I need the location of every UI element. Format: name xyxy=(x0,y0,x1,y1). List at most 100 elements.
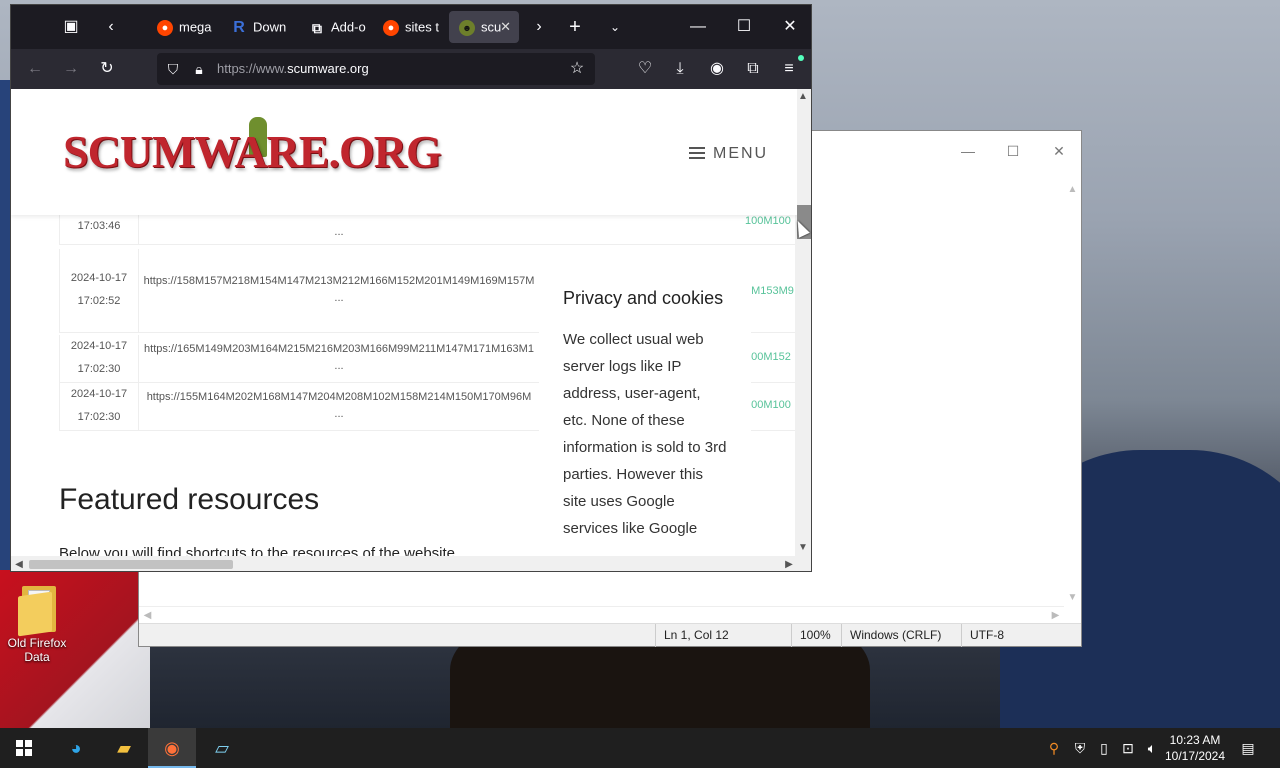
update-dot xyxy=(798,55,804,61)
time-text: 17:02:52 xyxy=(77,295,121,307)
menu-label: MENU xyxy=(713,145,769,162)
section-heading: Featured resources xyxy=(59,483,320,516)
privacy-title: Privacy and cookies xyxy=(563,288,724,308)
file-explorer-icon[interactable]: ▰ xyxy=(100,728,148,768)
scroll-tabs-right-icon[interactable]: › xyxy=(527,12,551,42)
forward-icon[interactable]: → xyxy=(59,57,83,81)
r-icon: R xyxy=(233,18,245,36)
tab[interactable]: R Down xyxy=(221,11,291,43)
scroll-tabs-left-icon[interactable]: ‹ xyxy=(99,12,123,42)
search-icon[interactable]: ⚲ xyxy=(1044,738,1064,758)
scroll-left-icon[interactable]: ◀ xyxy=(11,556,27,571)
tab-active[interactable]: ☻ scu ✕ xyxy=(449,11,519,43)
scroll-up-icon[interactable]: ▲ xyxy=(795,89,811,105)
tab[interactable]: ● sites t xyxy=(373,11,443,43)
menu-button[interactable]: MENU xyxy=(689,145,768,165)
url-text[interactable]: https://www.scumware.org xyxy=(217,53,369,85)
green-value[interactable]: 100M100 xyxy=(745,215,797,227)
pocket-icon[interactable]: ♡ xyxy=(633,57,657,81)
url-text: https://155M164M202M168M147M204M208M102M… xyxy=(146,391,532,403)
scroll-down-icon[interactable]: ▼ xyxy=(1064,589,1081,606)
reddit-icon: ● xyxy=(157,19,173,36)
web-page: SCUMWARE.ORG MENU 17:03:46 ... 100M100 2… xyxy=(11,89,797,556)
url-text: https://158M157M218M154M147M213M212M166M… xyxy=(143,275,535,287)
date-text: 2024-10-17 xyxy=(70,388,128,400)
minimize-button[interactable]: — xyxy=(675,12,721,42)
firefox-icon[interactable]: ◉ xyxy=(148,728,196,768)
volume-muted-icon[interactable]: 🔈︎ xyxy=(1142,738,1162,758)
vertical-scrollbar[interactable]: ▲ ▼ xyxy=(795,89,811,556)
url-cell[interactable]: https://155M164M202M168M147M204M208M102M… xyxy=(139,387,539,421)
notifications-icon[interactable]: ▤ xyxy=(1238,738,1258,758)
close-button[interactable]: ✕ xyxy=(767,12,811,42)
firefox-window: ▣ ‹ ● mega R Down ⧉ Add-o ● sites t ☻ scu ✕ ›… xyxy=(10,4,812,572)
green-value[interactable]: 100M152 xyxy=(745,351,797,363)
site-logo[interactable]: SCUMWARE.ORG xyxy=(63,125,442,178)
url-cell[interactable]: https://158M157M218M154M147M213M212M166M… xyxy=(139,271,539,305)
scroll-up-icon[interactable]: ▲ xyxy=(1064,181,1081,198)
privacy-body: We collect usual web server logs like IP… xyxy=(563,331,727,537)
close-button[interactable]: ✕ xyxy=(1036,136,1082,166)
account-icon[interactable]: ◉ xyxy=(705,57,729,81)
tab[interactable]: ⧉ Add-o xyxy=(299,11,371,43)
scroll-right-icon[interactable]: ▶ xyxy=(781,556,797,571)
address-bar[interactable]: ⛉ 🔒︎ https://www.scumware.org ☆ xyxy=(157,53,595,85)
start-button[interactable] xyxy=(0,728,48,768)
time-text: 17:03:46 xyxy=(77,220,121,232)
tab[interactable]: ● mega xyxy=(147,11,213,43)
puzzle-icon: ⧉ xyxy=(312,19,322,36)
table-row[interactable]: 17:03:46 ... 100M100 xyxy=(59,215,797,245)
scrollbar-thumb[interactable] xyxy=(29,560,233,569)
windows-logo-icon xyxy=(16,740,32,756)
tab-bar: ▣ ‹ ● mega R Down ⧉ Add-o ● sites t ☻ scu ✕ ›… xyxy=(11,5,811,49)
date-text: 2024-10-17 xyxy=(70,272,128,284)
taskbar: ◕ ▰ ◉ ▱ ⚲ ⛨ ▯ ⊡ 🔈︎ 10:23 AM 10/17/2024 ▤ xyxy=(0,728,1280,768)
clock-time: 10:23 AM xyxy=(1169,733,1221,747)
notepad-icon[interactable]: ▱ xyxy=(198,728,246,768)
encoding: UTF-8 xyxy=(961,624,1081,647)
green-value[interactable]: 100M100 xyxy=(745,399,797,411)
back-icon[interactable]: ← xyxy=(23,57,47,81)
navigation-toolbar: ← → ↻ ⛉ 🔒︎ https://www.scumware.org ☆ ♡ … xyxy=(11,49,811,89)
vertical-scrollbar[interactable]: ▲ ▼ xyxy=(1064,181,1081,606)
edge-icon[interactable]: ◕ xyxy=(52,728,100,768)
new-tab-icon[interactable]: + xyxy=(561,12,589,42)
battery-icon[interactable]: ▯ xyxy=(1094,738,1114,758)
desktop-icon-old-firefox-data[interactable]: Old Firefox Data xyxy=(4,584,70,664)
scroll-down-icon[interactable]: ▼ xyxy=(795,540,811,556)
zoom-level: 100% xyxy=(791,624,841,647)
close-tab-icon[interactable]: ✕ xyxy=(500,11,511,43)
green-value[interactable]: 3M153M9 xyxy=(745,285,797,297)
wallpaper-detail xyxy=(0,80,10,580)
url-prefix: https://www. xyxy=(217,61,288,76)
horizontal-scrollbar[interactable]: ◀ ▶ xyxy=(11,556,811,571)
time-text: 17:02:30 xyxy=(77,411,121,423)
ellipsis-text: ... xyxy=(334,226,344,238)
downloads-icon[interactable]: ⤓ xyxy=(668,57,692,81)
scroll-left-icon[interactable]: ◀ xyxy=(139,607,156,624)
scroll-right-icon[interactable]: ▶ xyxy=(1047,607,1064,624)
minimize-button[interactable]: — xyxy=(945,136,991,166)
scumware-icon: ☻ xyxy=(459,19,475,36)
reddit-icon: ● xyxy=(383,19,399,36)
horizontal-scrollbar[interactable]: ◀ ▶ xyxy=(139,606,1064,623)
bookmark-star-icon[interactable]: ☆ xyxy=(565,57,589,81)
firefox-view-icon[interactable]: ▣ xyxy=(57,12,85,42)
extensions-icon[interactable]: ⧉ xyxy=(741,57,765,81)
tab-title: scu xyxy=(481,19,502,35)
lock-icon[interactable]: 🔒︎ xyxy=(187,57,211,81)
url-cell[interactable]: ... xyxy=(139,225,539,239)
maximize-button[interactable]: ☐ xyxy=(990,136,1036,166)
clock[interactable]: 10:23 AM 10/17/2024 xyxy=(1160,732,1230,764)
network-icon[interactable]: ⊡ xyxy=(1118,738,1138,758)
folder-icon xyxy=(18,584,56,637)
tab-title: Add-o xyxy=(331,19,366,35)
maximize-button[interactable]: ☐ xyxy=(721,12,767,42)
reload-icon[interactable]: ↻ xyxy=(95,57,119,81)
url-cell[interactable]: https://165M149M203M164M215M216M203M166M… xyxy=(139,339,539,373)
shield-icon[interactable]: ⛉ xyxy=(161,57,185,81)
site-header: SCUMWARE.ORG MENU xyxy=(11,89,797,215)
app-menu-icon[interactable]: ≡ xyxy=(777,55,804,81)
security-icon[interactable]: ⛨ xyxy=(1070,738,1090,758)
list-all-tabs-icon[interactable]: ⌄ xyxy=(601,12,629,42)
